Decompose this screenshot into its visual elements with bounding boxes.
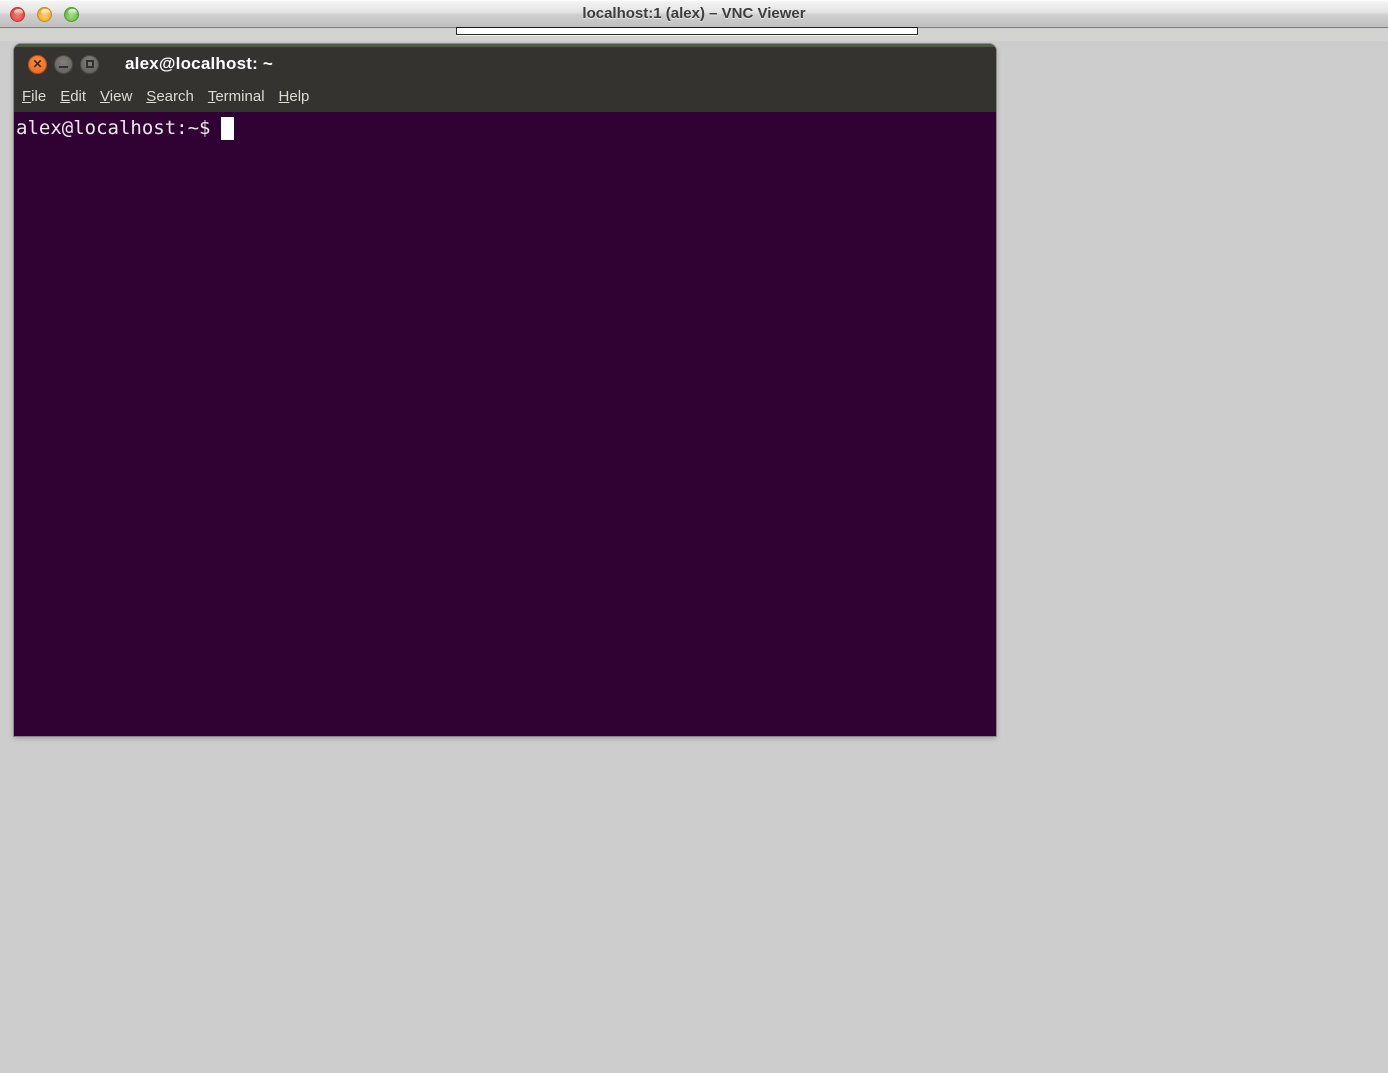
mac-titlebar[interactable]: localhost:1 (alex) – VNC Viewer [0,0,1388,28]
terminal-cursor [221,117,234,140]
terminal-maximize-icon[interactable] [80,55,99,74]
terminal-title: alex@localhost: ~ [125,54,273,74]
terminal-header: ✕ alex@localhost: ~ File Edit View Searc… [14,47,996,112]
terminal-titlebar[interactable]: ✕ alex@localhost: ~ [14,47,996,81]
terminal-close-icon[interactable]: ✕ [28,55,47,74]
terminal-menubar: File Edit View Search Terminal Help [14,81,996,112]
mac-zoom-icon[interactable] [64,7,79,22]
minimize-bar-glyph [59,66,68,68]
window-title: localhost:1 (alex) – VNC Viewer [0,0,1388,28]
menu-terminal[interactable]: Terminal [201,84,272,109]
maximize-square-glyph [86,60,94,68]
terminal-minimize-icon[interactable] [54,55,73,74]
terminal-screen[interactable]: alex@localhost:~$ [14,112,996,736]
menu-search[interactable]: Search [139,84,201,109]
menu-edit[interactable]: Edit [53,84,93,109]
shell-prompt: alex@localhost:~$ [16,117,210,139]
mac-minimize-icon[interactable] [37,7,52,22]
prompt-line: alex@localhost:~$ [16,115,994,141]
vnc-toolbar-tab[interactable] [456,27,918,35]
menu-help[interactable]: Help [272,84,317,109]
menu-file[interactable]: File [15,84,53,109]
mac-close-icon[interactable] [10,7,25,22]
terminal-window: ✕ alex@localhost: ~ File Edit View Searc… [14,44,996,736]
vnc-viewer-window: localhost:1 (alex) – VNC Viewer ✕ ale [0,0,1388,1073]
traffic-lights [10,0,79,28]
menu-view[interactable]: View [93,84,139,109]
close-x-glyph: ✕ [32,58,42,70]
